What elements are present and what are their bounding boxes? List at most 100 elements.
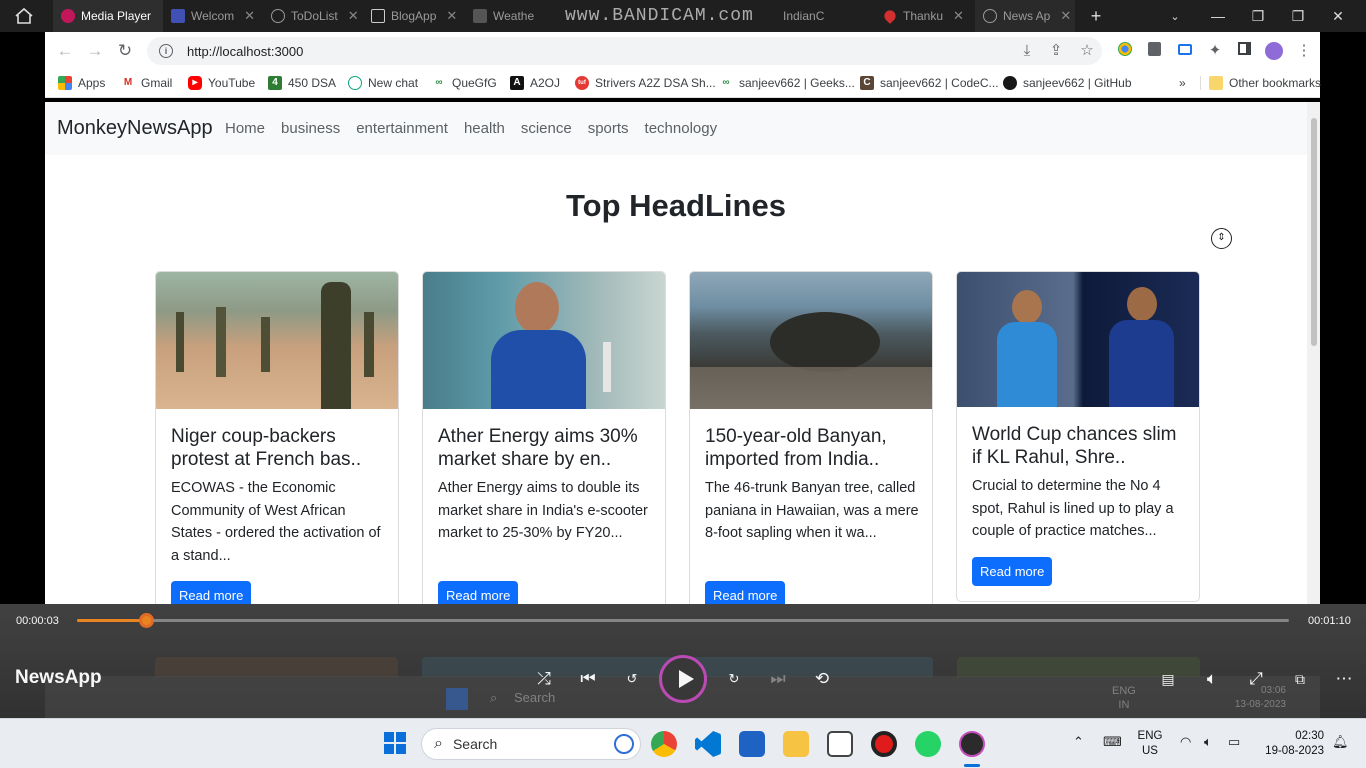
news-image-soldiers: [156, 272, 398, 409]
vscode-icon[interactable]: [695, 731, 721, 757]
extension-chrome-icon[interactable]: [1116, 42, 1134, 60]
home-icon[interactable]: [14, 7, 34, 25]
windows-start-icon[interactable]: [384, 732, 406, 754]
nav-link-technology[interactable]: technology: [645, 120, 718, 137]
seek-bar-thumb[interactable]: [139, 613, 155, 628]
bookmark-star-icon[interactable]: ☆: [1078, 42, 1096, 60]
background-card-thumbnail: [155, 657, 398, 677]
next-track-icon[interactable]: ⏭: [766, 667, 790, 691]
extension-screen-icon[interactable]: [1176, 42, 1194, 60]
previous-track-icon[interactable]: ⏮: [576, 667, 600, 691]
close-icon[interactable]: ✕: [1060, 8, 1071, 24]
restore-icon[interactable]: ❐: [1238, 0, 1278, 32]
read-more-button[interactable]: Read more: [705, 581, 786, 604]
repeat-off-icon[interactable]: ⟲: [810, 667, 834, 691]
bookmark-strivers[interactable]: tuf Strivers A2Z DSA Sh...: [575, 76, 716, 90]
bookmark-new-chat[interactable]: New chat: [348, 76, 418, 90]
close-icon[interactable]: ✕: [953, 8, 964, 24]
menu-kebab-icon[interactable]: ⋮: [1295, 42, 1313, 60]
bookmark-codechef[interactable]: Csanjeev662 | CodeC...: [860, 76, 999, 90]
minimize-icon[interactable]: —: [1198, 0, 1238, 32]
recorder-icon[interactable]: [871, 731, 897, 757]
extension-calculator-icon[interactable]: [1145, 42, 1163, 60]
bookmark-450-dsa[interactable]: 4 450 DSA: [268, 76, 336, 90]
nav-link-science[interactable]: science: [521, 120, 572, 137]
language-indicator[interactable]: ENG US: [1136, 729, 1164, 759]
bookmark-github[interactable]: sanjeev662 | GitHub: [1003, 76, 1132, 90]
close-icon[interactable]: ✕: [348, 8, 359, 24]
whatsapp-icon[interactable]: [915, 731, 941, 757]
speaker-icon[interactable]: 🔈︎: [1204, 734, 1212, 750]
bookmark-quegfg[interactable]: ∞ QueGfG: [432, 76, 497, 90]
notifications-icon[interactable]: 🔔︎: [1332, 734, 1349, 750]
read-more-button[interactable]: Read more: [972, 557, 1053, 586]
tab-media-player[interactable]: Media Player: [53, 0, 163, 32]
bookmark-geeks[interactable]: ∞ sanjeev662 | Geeks...: [719, 76, 855, 90]
bookmark-a2oj[interactable]: A A2OJ: [510, 76, 560, 90]
tab-welcome[interactable]: Welcom ✕: [163, 0, 263, 32]
install-icon[interactable]: ⤓: [1018, 42, 1036, 60]
bookmark-gmail[interactable]: M Gmail: [121, 76, 172, 90]
maximize-icon[interactable]: ❐: [1278, 0, 1318, 32]
tab-news-app[interactable]: News Ap ✕: [975, 0, 1075, 32]
page-icon: [171, 9, 185, 23]
volume-icon[interactable]: 🔈︎: [1200, 667, 1224, 691]
site-info-icon[interactable]: i: [159, 44, 173, 58]
forward-arrow-icon[interactable]: →: [85, 41, 105, 61]
bookmarks-bar: Apps M Gmail ▸ YouTube 4 450 DSA New chat ∞…: [45, 70, 1321, 98]
store-icon[interactable]: [739, 731, 765, 757]
play-button[interactable]: [659, 655, 707, 703]
file-explorer-icon[interactable]: [783, 731, 809, 757]
tab-indianc[interactable]: IndianC: [775, 0, 875, 32]
fullscreen-icon[interactable]: ⤢: [1244, 667, 1268, 691]
tab-search-chevron-icon[interactable]: ⌄: [1155, 0, 1195, 32]
more-bookmarks-chevron-icon[interactable]: »: [1179, 76, 1186, 90]
bookmark-apps[interactable]: Apps: [58, 76, 105, 90]
wifi-icon[interactable]: ◠: [1180, 734, 1191, 750]
nav-link-business[interactable]: business: [281, 120, 340, 137]
media-player-app-icon[interactable]: [959, 731, 985, 757]
close-window-icon[interactable]: ✕: [1318, 0, 1358, 32]
profile-avatar[interactable]: [1265, 42, 1283, 60]
mini-player-icon[interactable]: ⧉: [1288, 667, 1312, 691]
read-more-button[interactable]: Read more: [438, 581, 519, 604]
nav-link-health[interactable]: health: [464, 120, 505, 137]
brand-logo[interactable]: MonkeyNewsApp: [57, 117, 213, 140]
battery-icon[interactable]: ▭: [1228, 734, 1240, 750]
taskbar-clock[interactable]: 02:30 19-08-2023: [1258, 729, 1324, 759]
bookmark-youtube[interactable]: ▸ YouTube: [188, 76, 255, 90]
nav-link-sports[interactable]: sports: [588, 120, 629, 137]
tab-blogapp[interactable]: BlogApp ✕: [363, 0, 463, 32]
share-icon[interactable]: ⇪: [1047, 42, 1065, 60]
back-arrow-icon[interactable]: ←: [55, 41, 75, 61]
read-more-button[interactable]: Read more: [171, 581, 252, 604]
github-icon: [1003, 76, 1017, 90]
snipping-tool-icon[interactable]: [827, 731, 853, 757]
seek-bar[interactable]: [77, 613, 1289, 628]
close-icon[interactable]: ✕: [446, 8, 457, 24]
search-icon: ⌕: [434, 735, 443, 752]
side-panel-icon[interactable]: [1235, 42, 1253, 60]
tab-weather[interactable]: Weathe: [465, 0, 560, 32]
tab-todolist[interactable]: ToDoList ✕: [263, 0, 363, 32]
chrome-icon[interactable]: [651, 731, 677, 757]
captions-icon[interactable]: ▤: [1156, 667, 1180, 691]
skip-back-10-icon[interactable]: ↺: [620, 667, 644, 691]
tab-thanku[interactable]: Thanku ✕: [875, 0, 975, 32]
skip-forward-30-icon[interactable]: ↻: [722, 667, 746, 691]
extensions-puzzle-icon[interactable]: ✦: [1206, 42, 1224, 60]
reload-icon[interactable]: ↻: [115, 41, 135, 61]
nav-link-entertainment[interactable]: entertainment: [356, 120, 448, 137]
taskbar-search[interactable]: ⌕ Search: [421, 728, 641, 760]
address-input[interactable]: i http://localhost:3000: [147, 37, 1102, 65]
nav-link-home[interactable]: Home: [225, 120, 265, 137]
close-icon[interactable]: ✕: [244, 8, 255, 24]
page-scrollbar-thumb[interactable]: [1311, 118, 1317, 346]
more-options-icon[interactable]: ⋯: [1332, 667, 1356, 691]
video-taskbar-search: Search: [514, 690, 556, 705]
keyboard-icon[interactable]: ⌨: [1103, 734, 1122, 750]
other-bookmarks-folder[interactable]: Other bookmarks: [1200, 76, 1321, 90]
shuffle-icon[interactable]: ⤮: [532, 667, 556, 691]
tray-chevron-icon[interactable]: ⌃: [1073, 734, 1084, 750]
new-tab-button[interactable]: +: [1076, 0, 1116, 32]
